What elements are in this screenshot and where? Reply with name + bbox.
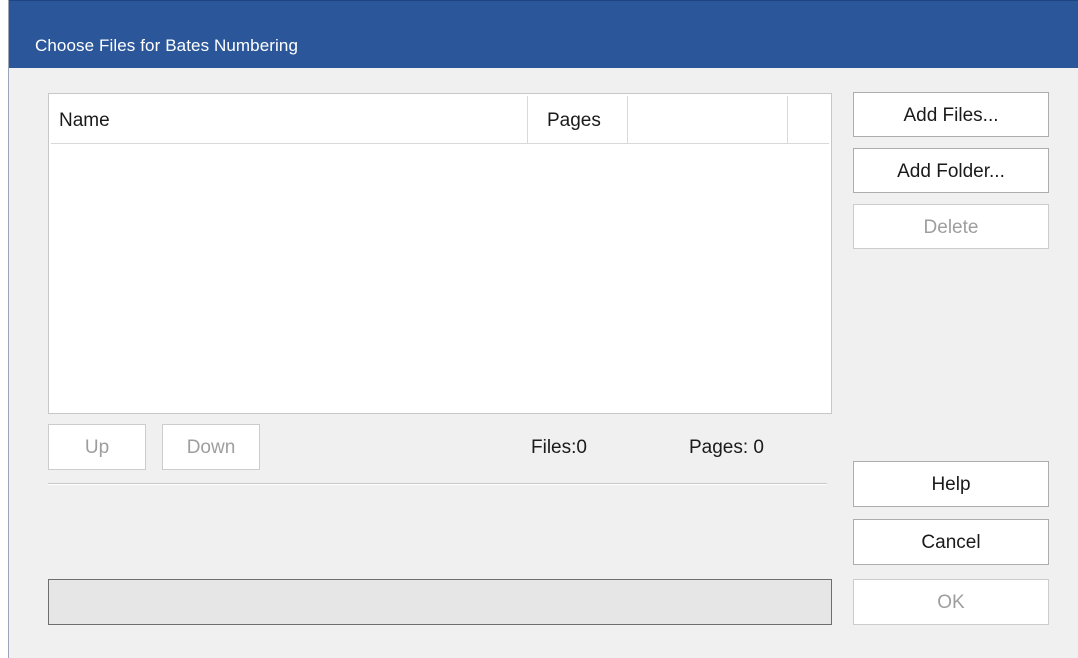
add-folder-button[interactable]: Add Folder... xyxy=(853,148,1049,193)
add-files-button[interactable]: Add Files... xyxy=(853,92,1049,137)
files-count: Files:0 xyxy=(531,437,587,458)
ok-button[interactable]: OK xyxy=(853,579,1049,625)
cancel-button[interactable]: Cancel xyxy=(853,519,1049,565)
file-list[interactable]: Name Pages xyxy=(48,93,832,414)
title-bar: Choose Files for Bates Numbering xyxy=(9,0,1078,68)
move-down-button[interactable]: Down xyxy=(162,424,260,470)
column-header-name[interactable]: Name xyxy=(51,96,528,143)
bates-dialog: Choose Files for Bates Numbering Name Pa… xyxy=(8,0,1078,658)
dialog-title: Choose Files for Bates Numbering xyxy=(35,36,299,55)
help-button[interactable]: Help xyxy=(853,461,1049,507)
column-header-filler xyxy=(788,96,829,143)
column-header-name-label: Name xyxy=(59,110,110,131)
pages-count: Pages: 0 xyxy=(689,437,764,458)
file-list-header: Name Pages xyxy=(51,96,829,144)
separator-line xyxy=(48,483,827,485)
progress-bar xyxy=(48,579,832,625)
column-header-empty[interactable] xyxy=(628,96,788,143)
column-header-pages-label: Pages xyxy=(547,110,601,131)
move-up-button[interactable]: Up xyxy=(48,424,146,470)
delete-button[interactable]: Delete xyxy=(853,204,1049,249)
column-header-pages[interactable]: Pages xyxy=(528,96,628,143)
